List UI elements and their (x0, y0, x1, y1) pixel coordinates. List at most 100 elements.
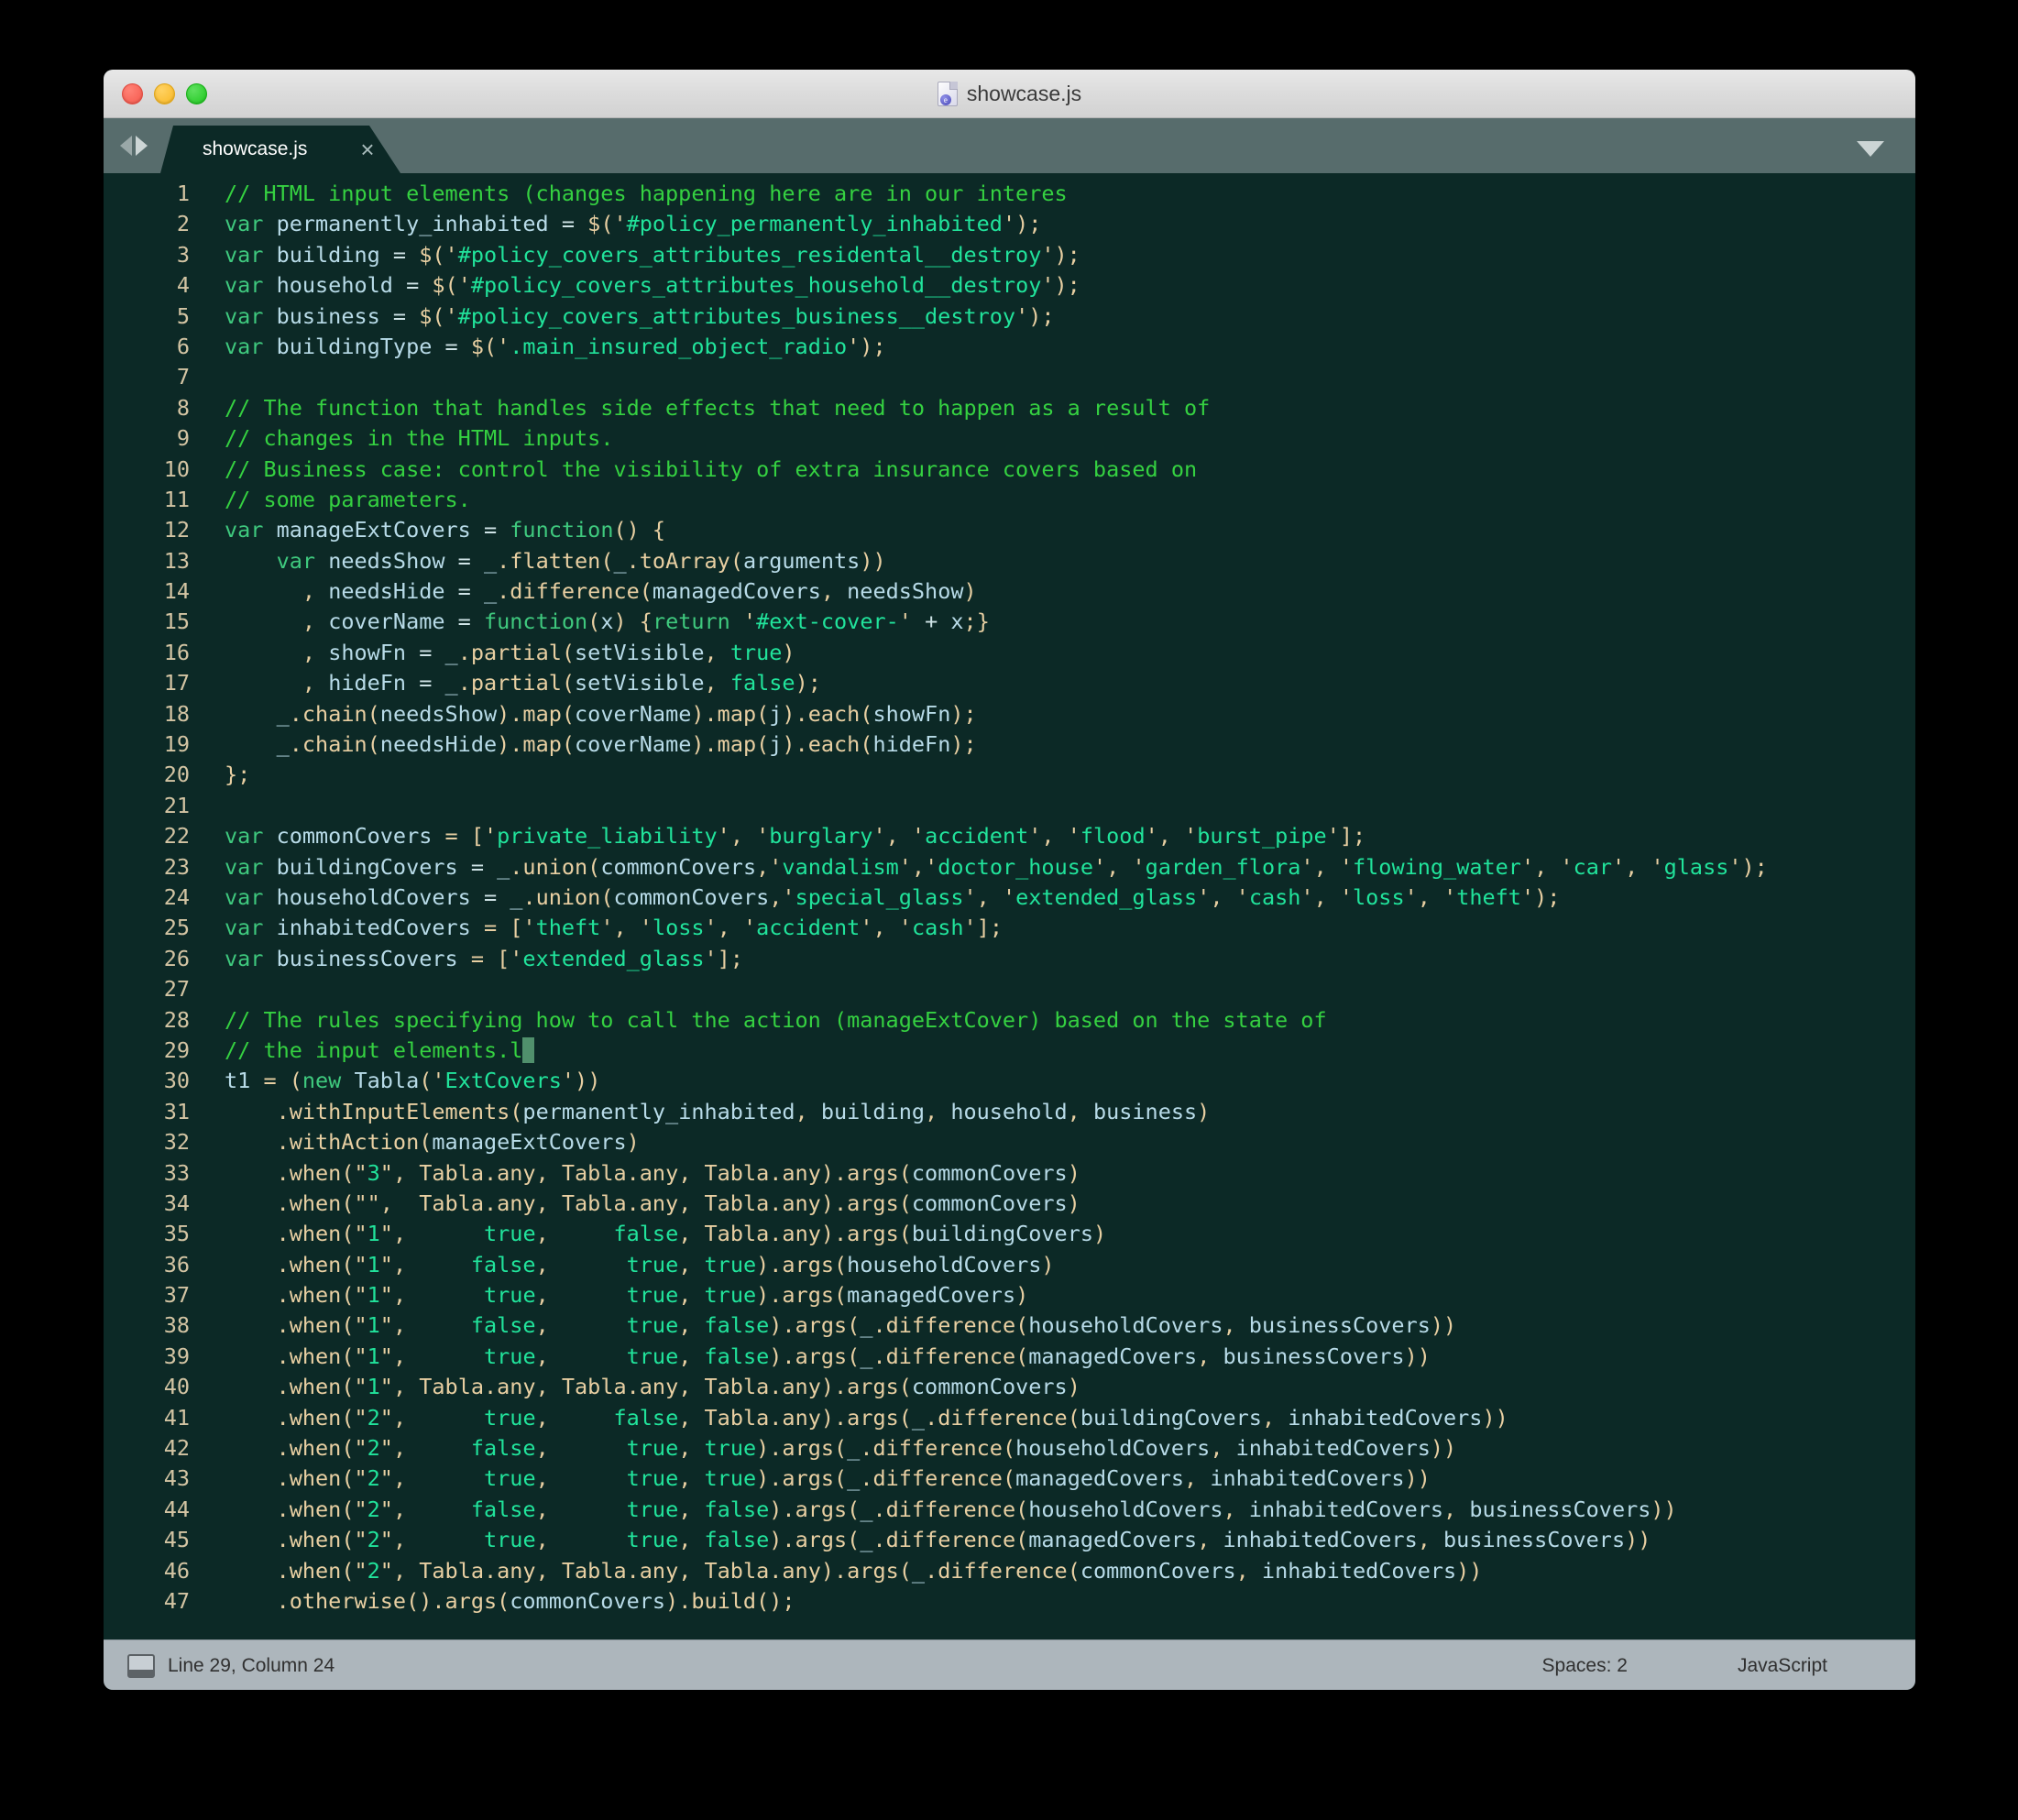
code-token: .when( (277, 1435, 355, 1461)
code-line[interactable]: 38 .when("1", false, true, false).args(_… (104, 1310, 1915, 1341)
code-line[interactable]: 42 .when("2", false, true, true).args(_.… (104, 1433, 1915, 1464)
code-line[interactable]: 19 _.chain(needsHide).map(coverName).map… (104, 729, 1915, 760)
code-token: ' (484, 823, 497, 849)
code-line[interactable]: 23var buildingCovers = _.union(commonCov… (104, 852, 1915, 883)
code-line[interactable]: 26var businessCovers = ['extended_glass'… (104, 944, 1915, 974)
code-line[interactable]: 6var buildingType = $('.main_insured_obj… (104, 332, 1915, 362)
code-line[interactable]: 15 , coverName = function(x) {return '#e… (104, 607, 1915, 637)
line-number: 16 (104, 638, 206, 668)
code-line[interactable]: 33 .when("3", Tabla.any, Tabla.any, Tabl… (104, 1158, 1915, 1189)
code-line[interactable]: 40 .when("1", Tabla.any, Tabla.any, Tabl… (104, 1372, 1915, 1402)
code-line[interactable]: 17 , hideFn = _.partial(setVisible, fals… (104, 668, 1915, 698)
code-token: , (393, 1252, 471, 1277)
code-token: ' (899, 608, 912, 634)
code-line[interactable]: 47 .otherwise().args(commonCovers).build… (104, 1586, 1915, 1617)
window-title-group: e showcase.js (104, 82, 1915, 106)
code-line[interactable]: 4var household = $('#policy_covers_attri… (104, 270, 1915, 301)
code-line[interactable]: 3var building = $('#policy_covers_attrib… (104, 240, 1915, 270)
code-line[interactable]: 30t1 = (new Tabla('ExtCovers')) (104, 1066, 1915, 1096)
tab-showcase-js[interactable]: showcase.js × (160, 126, 400, 173)
code-line[interactable]: 14 , needsHide = _.difference(managedCov… (104, 576, 1915, 607)
line-number: 40 (104, 1372, 206, 1402)
code-token: + (912, 608, 950, 634)
code-token: , (886, 823, 912, 849)
code-token: false (613, 1221, 678, 1246)
code-token: " (380, 1374, 393, 1399)
code-line[interactable]: 2var permanently_inhabited = $('#policy_… (104, 209, 1915, 239)
code-token: setVisible (575, 640, 704, 665)
code-token: #policy_covers_attributes_residental__de… (458, 242, 1042, 268)
line-number: 45 (104, 1525, 206, 1555)
maximize-window-button[interactable] (186, 83, 207, 104)
line-number: 24 (104, 883, 206, 913)
code-token: businessCovers (1443, 1527, 1625, 1552)
code-line[interactable]: 12var manageExtCovers = function() { (104, 515, 1915, 545)
code-token: ' (743, 608, 756, 634)
code-token: , (1210, 1435, 1235, 1461)
code-line[interactable]: 29// the input elements.l (104, 1036, 1915, 1066)
code-token: .when( (277, 1160, 355, 1186)
code-line[interactable]: 28// The rules specifying how to call th… (104, 1005, 1915, 1036)
code-line[interactable]: 18 _.chain(needsShow).map(coverName).map… (104, 699, 1915, 729)
code-line-text: .when("2", true, true, false).args(_.dif… (206, 1525, 1651, 1555)
chevron-down-icon[interactable] (1857, 141, 1884, 157)
minimize-window-button[interactable] (154, 83, 175, 104)
indentation-label[interactable]: Spaces: 2 (1542, 1655, 1628, 1677)
code-line[interactable]: 5var business = $('#policy_covers_attrib… (104, 302, 1915, 332)
code-line[interactable]: 27 (104, 974, 1915, 1004)
code-line-text: // Business case: control the visibility… (206, 455, 1197, 485)
code-token: , (536, 1252, 627, 1277)
code-line-text: var business = $('#policy_covers_attribu… (206, 302, 1055, 332)
code-line[interactable]: 1// HTML input elements (changes happeni… (104, 179, 1915, 209)
code-token: ).args( (821, 1160, 912, 1186)
code-token: ).args( (769, 1312, 860, 1338)
code-line-text: var building = $('#policy_covers_attribu… (206, 240, 1080, 270)
code-token (225, 1435, 277, 1461)
code-line[interactable]: 32 .withAction(manageExtCovers) (104, 1127, 1915, 1157)
panel-toggle-icon[interactable] (127, 1654, 155, 1678)
code-token: inhabitedCovers (1223, 1527, 1418, 1552)
tab-close-icon[interactable]: × (360, 137, 374, 161)
code-line[interactable]: 43 .when("2", true, true, true).args(_.d… (104, 1464, 1915, 1494)
code-line[interactable]: 46 .when("2", Tabla.any, Tabla.any, Tabl… (104, 1556, 1915, 1586)
code-token (225, 1190, 277, 1216)
code-line[interactable]: 8// The function that handles side effec… (104, 393, 1915, 423)
code-line[interactable]: 20}; (104, 760, 1915, 790)
code-line[interactable]: 37 .when("1", true, true, true).args(man… (104, 1280, 1915, 1310)
code-line[interactable]: 36 .when("1", false, true, true).args(ho… (104, 1250, 1915, 1280)
code-line[interactable]: 44 .when("2", false, true, false).args(_… (104, 1495, 1915, 1525)
code-token: ); (860, 334, 885, 359)
code-token: _ (484, 578, 497, 604)
code-line[interactable]: 9// changes in the HTML inputs. (104, 423, 1915, 454)
code-line[interactable]: 31 .withInputElements(permanently_inhabi… (104, 1097, 1915, 1127)
code-line[interactable]: 35 .when("1", true, false, Tabla.any).ar… (104, 1219, 1915, 1249)
code-line-text: _.chain(needsShow).map(coverName).map(j)… (206, 699, 977, 729)
code-token (225, 1588, 277, 1614)
language-label[interactable]: JavaScript (1738, 1655, 1827, 1677)
close-window-button[interactable] (122, 83, 143, 104)
code-line[interactable]: 13 var needsShow = _.flatten(_.toArray(a… (104, 546, 1915, 576)
nav-back-arrow-icon[interactable] (120, 136, 132, 156)
code-token: " (380, 1435, 393, 1461)
code-line[interactable]: 21 (104, 791, 1915, 821)
code-line[interactable]: 22var commonCovers = ['private_liability… (104, 821, 1915, 851)
code-token: ' (1521, 854, 1534, 880)
code-token: householdCovers (847, 1252, 1041, 1277)
code-line[interactable]: 34 .when("", Tabla.any, Tabla.any, Tabla… (104, 1189, 1915, 1219)
code-token: 2 (367, 1435, 380, 1461)
code-line[interactable]: 25var inhabitedCovers = ['theft', 'loss'… (104, 913, 1915, 943)
code-line[interactable]: 16 , showFn = _.partial(setVisible, true… (104, 638, 1915, 668)
code-line[interactable]: 39 .when("1", true, true, false).args(_.… (104, 1342, 1915, 1372)
code-line[interactable]: 7 (104, 362, 1915, 392)
code-token: building (821, 1099, 925, 1124)
code-editor[interactable]: 1// HTML input elements (changes happeni… (104, 173, 1915, 1639)
code-line[interactable]: 41 .when("2", true, false, Tabla.any).ar… (104, 1403, 1915, 1433)
nav-forward-arrow-icon[interactable] (136, 136, 148, 156)
code-token: commonCovers (277, 823, 433, 849)
code-token: ' (497, 334, 510, 359)
code-line[interactable]: 10// Business case: control the visibili… (104, 455, 1915, 485)
code-line[interactable]: 24var householdCovers = _.union(commonCo… (104, 883, 1915, 913)
code-line[interactable]: 45 .when("2", true, true, false).args(_.… (104, 1525, 1915, 1555)
code-line[interactable]: 11// some parameters. (104, 485, 1915, 515)
cursor-position-label: Line 29, Column 24 (168, 1655, 335, 1677)
